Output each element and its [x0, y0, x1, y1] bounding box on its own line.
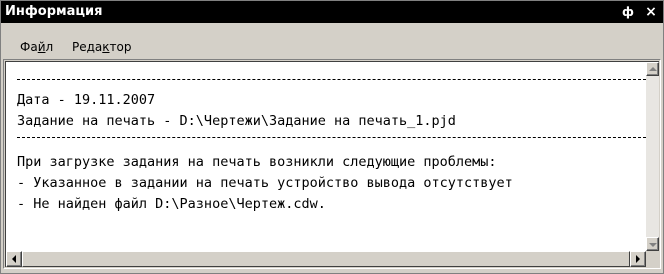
- scrollbar-corner: [646, 251, 659, 267]
- arrow-up-icon: [649, 67, 657, 71]
- arrow-right-icon: [636, 255, 640, 263]
- scroll-right-button[interactable]: [630, 251, 646, 267]
- menu-editor-accelerator: к: [102, 40, 110, 54]
- arrow-down-icon: [649, 243, 657, 247]
- content-frame: Дата - 19.11.2007 Задание на печать - D:…: [3, 59, 661, 269]
- menu-file-text-1: Фа: [20, 40, 38, 54]
- problems-header: При загрузке задания на печать возникли …: [17, 154, 497, 170]
- title-bar[interactable]: Информация ф ×: [1, 1, 663, 23]
- menu-editor[interactable]: Редактор: [72, 40, 131, 54]
- vertical-scrollbar[interactable]: [646, 62, 659, 251]
- scroll-up-button[interactable]: [646, 62, 659, 76]
- separator-line: [17, 137, 646, 138]
- close-icon[interactable]: ×: [643, 3, 659, 21]
- menu-bar: Файл Редактор: [1, 23, 663, 59]
- report-text-area[interactable]: Дата - 19.11.2007 Задание на печать - D:…: [6, 62, 646, 251]
- arrow-left-icon: [12, 255, 16, 263]
- scroll-left-button[interactable]: [6, 251, 22, 267]
- pin-icon[interactable]: ф: [620, 3, 636, 21]
- horizontal-scrollbar[interactable]: [6, 251, 646, 267]
- menu-editor-text-1: Реда: [72, 40, 103, 54]
- date-line: Дата - 19.11.2007: [17, 92, 156, 108]
- horizontal-scroll-thumb[interactable]: [22, 251, 630, 267]
- scroll-down-button[interactable]: [646, 237, 659, 251]
- separator-line: [17, 79, 646, 80]
- task-line: Задание на печать - D:\Чертежи\Задание н…: [17, 113, 456, 129]
- menu-editor-text-2: тор: [109, 40, 132, 54]
- menu-file-text-2: л: [45, 40, 54, 54]
- content-inner: Дата - 19.11.2007 Задание на печать - D:…: [5, 61, 659, 267]
- problem-line-2: - Не найден файл D:\Разное\Чертеж.cdw.: [17, 196, 326, 212]
- problem-line-1: - Указанное в задании на печать устройст…: [17, 175, 513, 191]
- menu-file-accelerator: й: [37, 40, 46, 54]
- window-title: Информация: [5, 4, 103, 19]
- info-window: Информация ф × Файл Редактор Дата - 19.1…: [0, 0, 664, 274]
- menu-file[interactable]: Файл: [20, 40, 53, 54]
